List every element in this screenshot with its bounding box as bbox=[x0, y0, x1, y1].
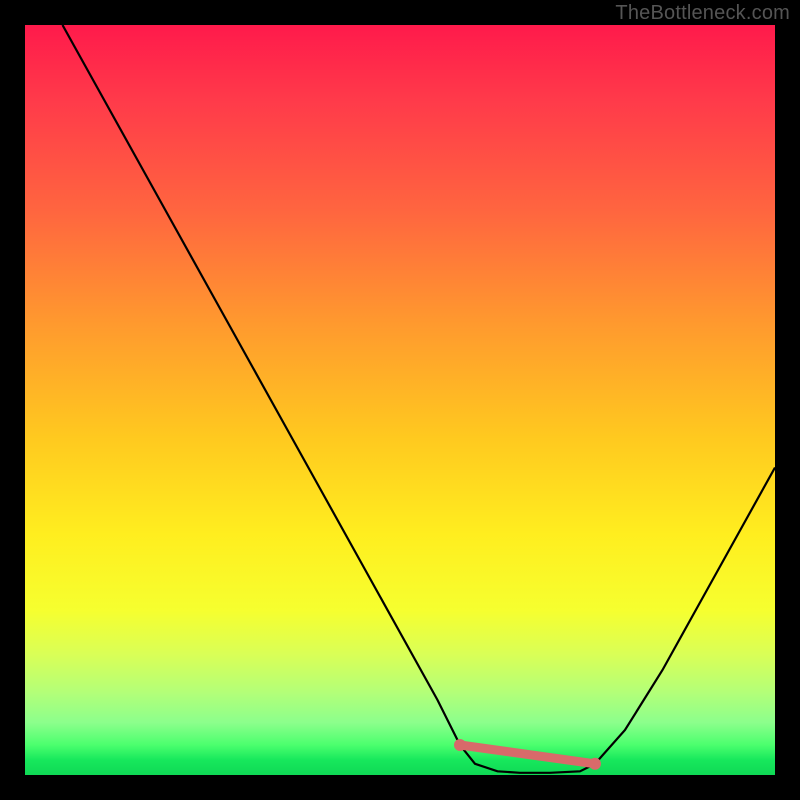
chart-stage: TheBottleneck.com bbox=[0, 0, 800, 800]
watermark-text: TheBottleneck.com bbox=[615, 2, 790, 25]
flat-segment-dot-right bbox=[589, 758, 601, 770]
plot-area bbox=[25, 25, 775, 775]
bottleneck-curve bbox=[63, 25, 776, 773]
curve-layer bbox=[25, 25, 775, 775]
flat-segment-dot-left bbox=[454, 739, 466, 751]
flat-segment-highlight bbox=[460, 745, 595, 764]
